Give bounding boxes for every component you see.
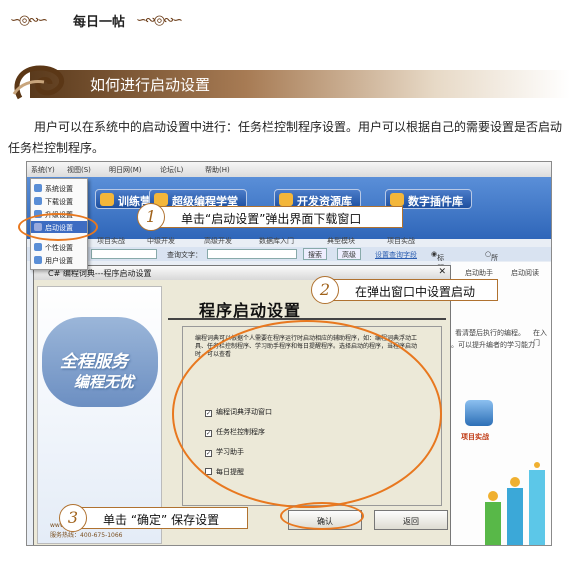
slogan-line-2: 编程无忧 [74,373,135,391]
category-select[interactable] [91,249,157,259]
download-icon [34,197,42,205]
menu-help[interactable]: 帮助(H) [205,165,230,175]
menu-item-download-settings[interactable]: 下载设置 [31,195,87,207]
highlight-options-area [172,320,442,508]
menu-forum[interactable]: 论坛(L) [160,165,183,175]
menu-item-user-settings[interactable]: 用户设置 [31,254,87,266]
callout-step-3: 3 单击 “确定” 保存设置 [59,504,248,532]
intro-paragraph: 用户可以在系统中的启动设置中进行：任务栏控制程序设置。用户可以根据自己的需要设置… [8,120,563,155]
callout-3-text: 单击 “确定” 保存设置 [103,513,220,527]
query-input[interactable] [207,249,297,259]
dialog-titlebar: C# 编程词典---程序启动设置 ✕ [34,266,450,280]
step-3-number: 3 [59,504,87,532]
menu-item-label: 系统设置 [45,185,73,193]
menu-item-label: 个性设置 [45,244,73,252]
callout-2-text: 在弹出窗口中设置启动 [355,285,476,299]
project-practice-label[interactable]: 项目实战 [461,432,489,442]
growth-bars-icon [485,462,545,545]
back-button[interactable]: 返回 [374,510,448,530]
menu-item-personal-settings[interactable]: 个性设置 [31,241,87,253]
bg-text: 在入门 [533,329,547,347]
service-hotline: 服务热线：400-675-1066 [50,532,123,539]
menu-item-system-settings[interactable]: 系统设置 [31,182,87,194]
section-banner: 如何进行启动设置 [10,64,570,102]
query-label: 查询文字： [167,251,202,259]
post-header: ∽◎∾∽ 每日一帖 ∽∾◎∾∽ [0,4,577,32]
advanced-button[interactable]: 高级 [337,248,361,260]
menu-system[interactable]: 系统(Y) [31,165,55,175]
step-1-number: 1 [137,203,165,231]
highlight-startup-menu [18,213,98,241]
callout-step-1: 1 单击“启动设置”弹出界面下载窗口 [137,203,403,231]
left-ornament-icon: ∽◎∾∽ [10,13,48,28]
settings-link[interactable]: 设置查询字段 [375,250,417,260]
personal-icon [34,243,42,251]
callout-step-2: 2 在弹出窗口中设置启动 [311,276,498,304]
subnav-item[interactable]: 典型模块 [327,236,355,246]
subnav-item[interactable]: 高级开发 [204,236,232,246]
bg-text: 启动助手 [465,269,493,277]
tab-resources-icon [279,193,293,206]
radio-all-fields[interactable]: ○ 所有字段 [485,250,498,292]
swirl-icon [12,65,64,100]
bg-text: 启动阅读 [511,269,539,277]
close-icon[interactable]: ✕ [438,267,446,277]
radio-title-field[interactable]: ◉ 标题字段 [431,250,444,292]
settings-icon [34,184,42,192]
menu-item-label: 用户设置 [45,257,73,265]
highlight-confirm-button [280,502,364,530]
right-ornament-icon: ∽∾◎∾∽ [136,13,183,28]
tab-training-icon [100,193,114,206]
subnav-item[interactable]: 项目实战 [97,236,125,246]
dialog-side-panel: 全程服务 编程无忧 www.mrbccd.com 服务热线：400-675-10… [37,286,162,544]
bg-text: 看清楚后执行的编程。 [455,329,525,337]
header-title: 每日一帖 [73,15,126,30]
dialog-caption: C# 编程词典---程序启动设置 [48,269,152,278]
user-icon [34,256,42,264]
bg-text: 。可以提升编者的学习能力 [451,341,535,349]
subnav-item[interactable]: 中级开发 [147,236,175,246]
menu-mingri[interactable]: 明日网(M) [109,165,142,175]
tab-plugin-label: 数字插件库 [408,195,463,208]
callout-1-text: 单击“启动设置”弹出界面下载窗口 [181,212,362,226]
slogan-line-1: 全程服务 [60,352,128,372]
menu-view[interactable]: 视图(S) [67,165,91,175]
menu-item-label: 下载设置 [45,198,73,206]
subnav-item[interactable]: 数据库入门 [259,236,294,246]
step-2-number: 2 [311,276,339,304]
menu-bar: 系统(Y) 视图(S) 明日网(M) 论坛(L) 帮助(H) [27,162,551,177]
search-toolbar: 查询文字： 搜索 高级 设置查询字段 ◉ 标题字段 ○ 所有字段 [27,247,551,292]
tab-plugin-icon [390,193,404,206]
search-button[interactable]: 搜索 [303,248,327,260]
subnav-item[interactable]: 项目实战 [387,236,415,246]
sub-navigation: 项目实战 中级开发 高级开发 数据库入门 典型模块 项目实战 [87,234,551,247]
graduate-icon[interactable] [465,400,493,426]
background-content: 启动助手 启动阅读 看清楚后执行的编程。 在入门 。可以提升编者的学习能力 项目… [451,262,551,545]
section-title: 如何进行启动设置 [90,76,211,94]
